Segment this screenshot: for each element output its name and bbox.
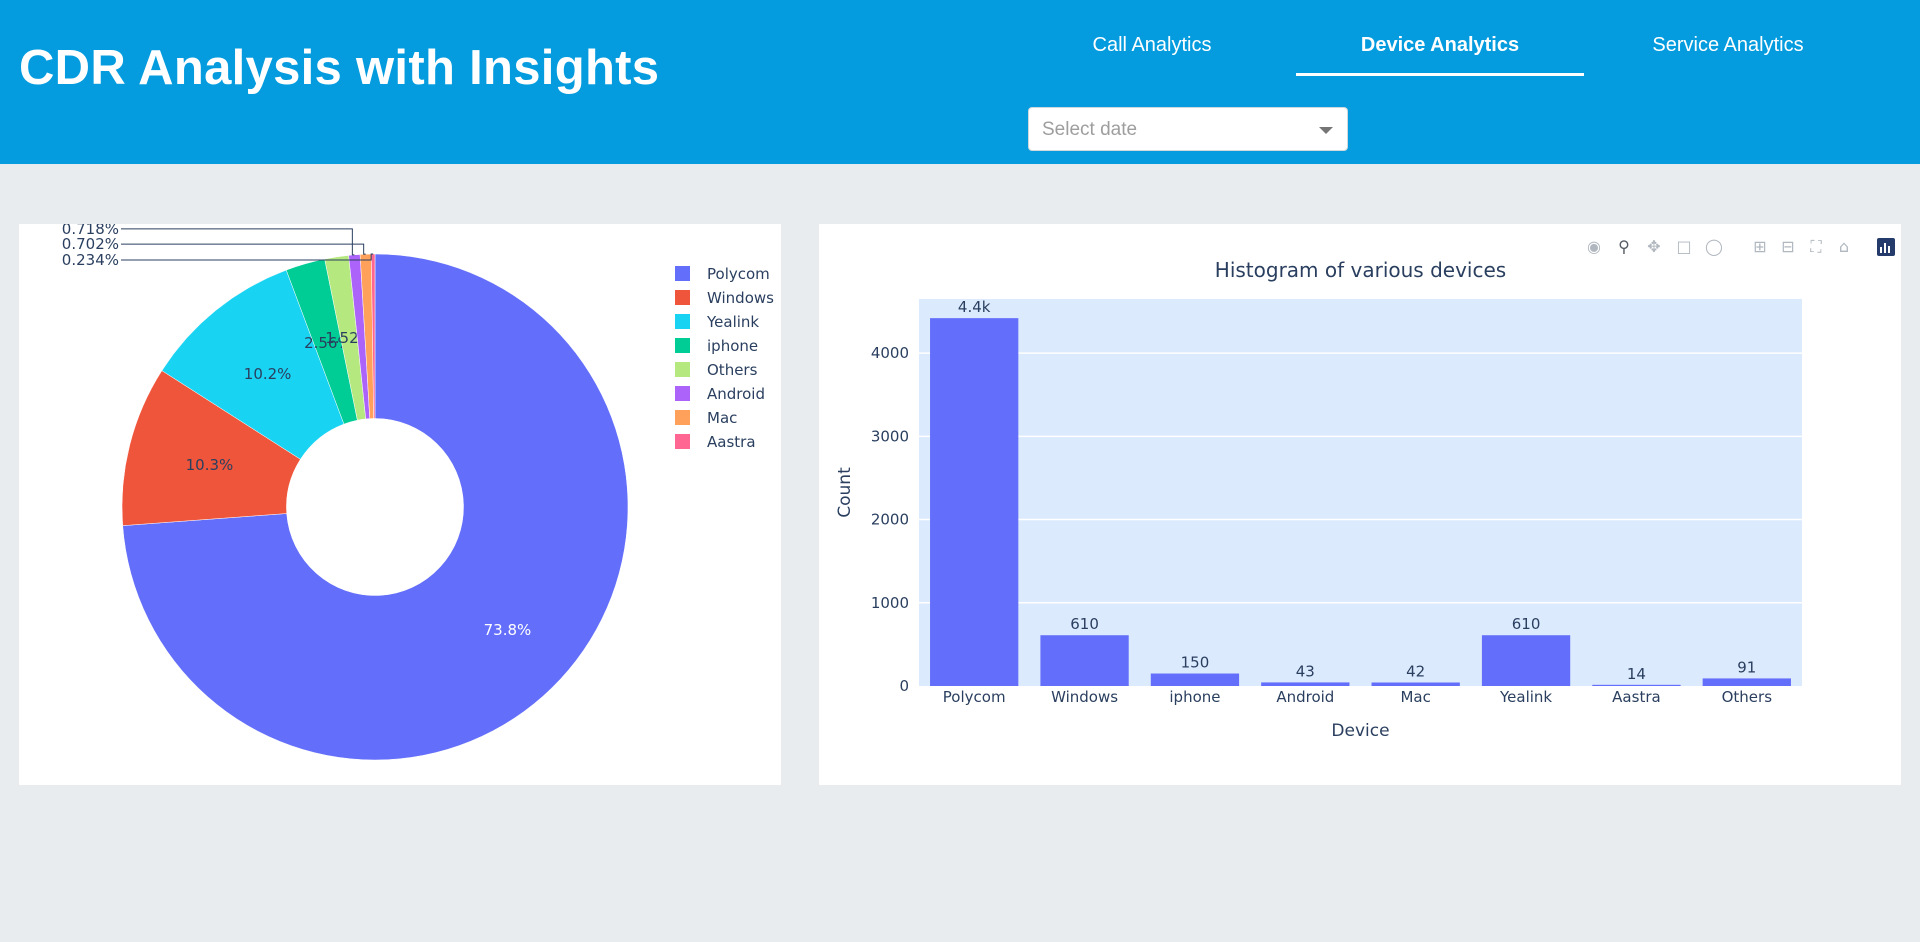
- autoscale-icon[interactable]: ⛶: [1805, 236, 1827, 258]
- tab-call-analytics[interactable]: Call Analytics: [1008, 22, 1296, 76]
- y-axis-title: Count: [835, 467, 855, 518]
- bar-value-label: 91: [1737, 658, 1756, 676]
- tab-device-analytics[interactable]: Device Analytics: [1296, 22, 1584, 76]
- legend-item-yealink[interactable]: Yealink: [706, 313, 759, 331]
- zoom-out-icon[interactable]: ⊟: [1777, 236, 1799, 258]
- reset-axes-icon[interactable]: ⌂: [1833, 236, 1855, 258]
- bar-mac[interactable]: [1371, 682, 1460, 686]
- pan-icon[interactable]: ✥: [1643, 236, 1665, 258]
- bar-yealink[interactable]: [1481, 635, 1571, 686]
- x-tick-label: Aastra: [1612, 688, 1661, 706]
- device-histogram-card: ◉ ⚲ ✥ □ ◯ ⊞ ⊟ ⛶ ⌂ 0 1000 2000 3000 4000 4.4k P…: [819, 224, 1901, 785]
- pie-percent-label: 73.8%: [484, 621, 532, 639]
- bar-iphone[interactable]: [1150, 673, 1240, 686]
- pie-leader-line: [121, 243, 366, 255]
- pie-leader-line: [121, 228, 355, 256]
- x-tick-label: Polycom: [943, 688, 1006, 706]
- bar-value-label: 150: [1181, 654, 1210, 672]
- lasso-select-icon[interactable]: ◯: [1703, 236, 1725, 258]
- y-tick-label: 3000: [871, 427, 909, 445]
- x-axis-title: Device: [1331, 721, 1389, 741]
- box-select-icon[interactable]: □: [1673, 236, 1695, 258]
- app-header: CDR Analysis with Insights Call Analytic…: [0, 0, 1920, 164]
- legend-swatch[interactable]: [675, 314, 690, 329]
- legend-swatch[interactable]: [675, 290, 690, 305]
- chart-modebar: ◉ ⚲ ✥ □ ◯ ⊞ ⊟ ⛶ ⌂: [1583, 236, 1901, 258]
- chevron-down-icon[interactable]: [1319, 127, 1333, 134]
- device-pie-chart[interactable]: 73.8%10.3%10.2%2.56%1.52%0.718%0.702%0.2…: [19, 220, 781, 785]
- device-histogram-chart[interactable]: 0 1000 2000 3000 4000 4.4k Polycom 610 Windows 15…: [819, 224, 1901, 785]
- plotly-logo-icon[interactable]: [1877, 238, 1895, 256]
- x-tick-label: Yealink: [1499, 688, 1552, 706]
- zoom-in-icon[interactable]: ⊞: [1749, 236, 1771, 258]
- bar-value-label: 4.4k: [958, 298, 991, 316]
- bar-android[interactable]: [1261, 682, 1350, 686]
- y-tick-label: 2000: [871, 511, 909, 529]
- legend-swatch[interactable]: [675, 266, 690, 281]
- bar-value-label: 610: [1070, 615, 1099, 633]
- date-select-dropdown[interactable]: Select date: [1028, 107, 1348, 151]
- pie-percent-label: 10.2%: [244, 365, 292, 383]
- legend-item-windows[interactable]: Windows: [707, 289, 774, 307]
- app-title: CDR Analysis with Insights: [19, 41, 660, 95]
- x-tick-label: Android: [1276, 688, 1334, 706]
- bar-value-label: 43: [1296, 662, 1315, 680]
- plot-area: [919, 299, 1802, 686]
- legend-item-android[interactable]: Android: [707, 385, 765, 403]
- bar-polycom[interactable]: [930, 318, 1019, 686]
- camera-icon[interactable]: ◉: [1583, 236, 1605, 258]
- pie-percent-label: 0.234%: [62, 251, 119, 269]
- chart-title: Histogram of various devices: [1215, 258, 1506, 282]
- legend-swatch[interactable]: [675, 410, 690, 425]
- legend-item-mac[interactable]: Mac: [707, 409, 737, 427]
- y-tick-label: 1000: [871, 594, 909, 612]
- x-tick-label: Windows: [1051, 688, 1118, 706]
- legend-swatch[interactable]: [675, 434, 690, 449]
- bar-others[interactable]: [1702, 678, 1791, 686]
- bar-value-label: 14: [1627, 665, 1646, 683]
- legend-swatch[interactable]: [675, 386, 690, 401]
- legend-swatch[interactable]: [675, 362, 690, 377]
- bar-windows[interactable]: [1040, 635, 1129, 686]
- legend-item-polycom[interactable]: Polycom: [707, 265, 770, 283]
- x-tick-label: iphone: [1169, 688, 1220, 706]
- date-select-placeholder: Select date: [1042, 119, 1138, 140]
- bar-value-label: 610: [1512, 615, 1541, 633]
- x-tick-label: Mac: [1400, 688, 1430, 706]
- device-pie-card: 73.8% 10.3% 10.2% 2.56% 1.52% 0.718% 0.702% 0.2…: [19, 220, 781, 785]
- legend-swatch[interactable]: [675, 338, 690, 353]
- legend-item-aastra[interactable]: Aastra: [707, 433, 756, 451]
- x-tick-label: Others: [1722, 688, 1773, 706]
- bar-aastra[interactable]: [1592, 684, 1681, 686]
- y-tick-label: 4000: [871, 344, 909, 362]
- legend-item-others[interactable]: Others: [707, 361, 758, 379]
- tab-service-analytics[interactable]: Service Analytics: [1584, 22, 1872, 76]
- pie-percent-label: 10.3%: [186, 456, 234, 474]
- y-tick-label: 0: [899, 677, 909, 695]
- legend-item-iphone[interactable]: iphone: [707, 337, 758, 355]
- zoom-icon[interactable]: ⚲: [1613, 236, 1635, 258]
- bar-value-label: 42: [1406, 663, 1425, 681]
